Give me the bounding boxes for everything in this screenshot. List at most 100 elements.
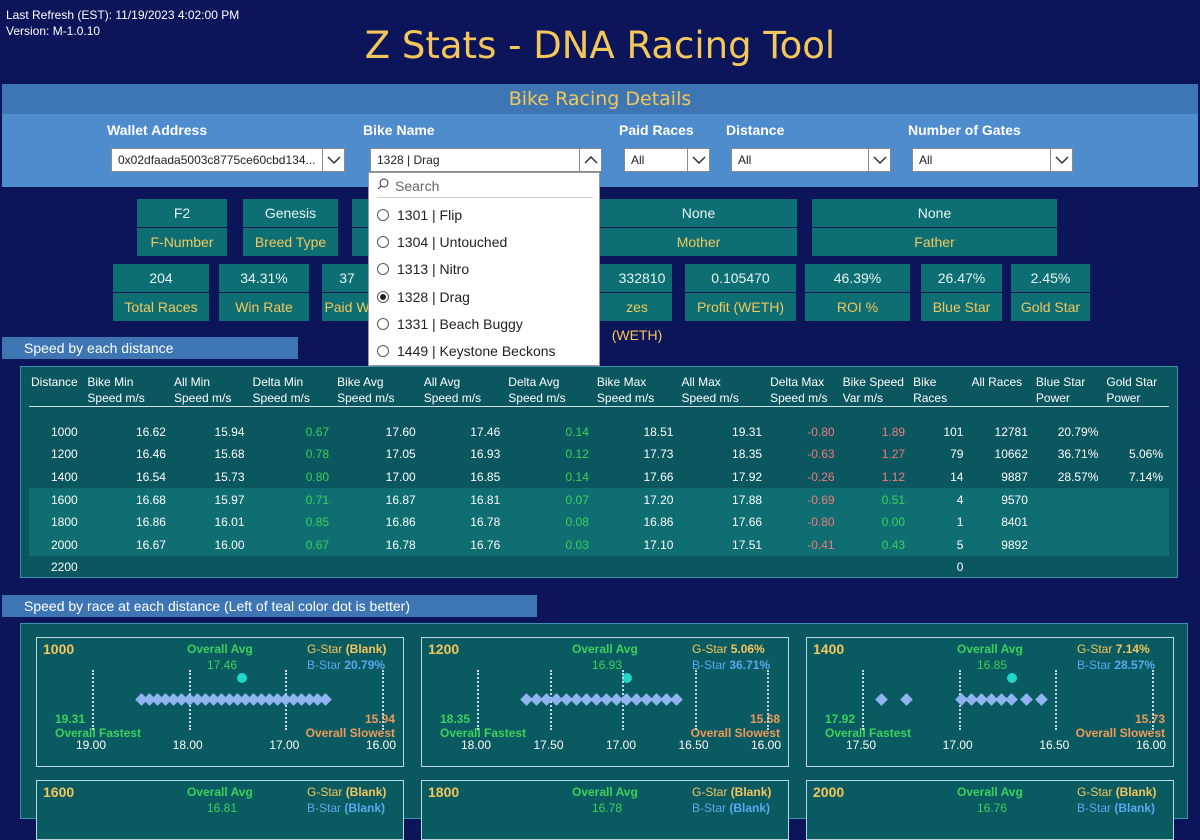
wallet-select[interactable]: 0x02dfaada5003c8775ce60cbd134... bbox=[111, 148, 345, 172]
radio-icon[interactable] bbox=[377, 209, 389, 221]
column-header: Gold Star Power bbox=[1106, 375, 1158, 405]
slowest-value: 15.68 bbox=[749, 712, 780, 726]
radio-icon[interactable] bbox=[377, 290, 389, 303]
radio-icon[interactable] bbox=[377, 345, 389, 357]
option-label: 1331 | Beach Buggy bbox=[397, 315, 523, 332]
dropdown-option[interactable]: 1304 | Untouched bbox=[377, 234, 507, 250]
table-cell: 18.51 bbox=[643, 424, 674, 439]
table-cell: -0.80 bbox=[807, 515, 835, 530]
table-cell: 1000 bbox=[51, 424, 78, 439]
bike-dropdown[interactable]: Search 1301 | Flip 1304 | Untouched 1313 |… bbox=[368, 172, 600, 366]
dropdown-search[interactable]: Search bbox=[377, 177, 593, 198]
avg-label: Overall Avg bbox=[187, 642, 253, 656]
speed-table-grid: Distance Bike Min Speed m/s All Min Speed m/… bbox=[29, 374, 1169, 579]
table-cell: 16.00 bbox=[214, 537, 245, 552]
table-cell: 5.06% bbox=[1128, 447, 1163, 462]
dropdown-option[interactable]: 1301 | Flip bbox=[377, 207, 462, 223]
table-row: 1000 16.62 15.94 0.67 17.60 17.46 0.14 18.51 19.… bbox=[29, 421, 1169, 444]
race-point bbox=[670, 693, 683, 706]
table-cell: 15.94 bbox=[214, 424, 245, 439]
race-chart-1400: 1400 Overall Avg 16.85 G-Star 7.14% B-St… bbox=[806, 637, 1174, 767]
table-row: 2000 16.67 16.00 0.67 16.78 16.76 0.03 17.10 17.… bbox=[29, 533, 1169, 557]
radio-icon[interactable] bbox=[377, 263, 389, 276]
column-header: Distance bbox=[31, 375, 78, 389]
table-cell: 18.35 bbox=[732, 447, 763, 462]
radio-icon[interactable] bbox=[377, 236, 389, 249]
table-cell: 16.93 bbox=[470, 447, 501, 462]
avg-label: Overall Avg bbox=[572, 642, 638, 656]
column-header: Blue Star Power bbox=[1035, 375, 1086, 405]
gridline bbox=[477, 670, 479, 730]
race-point bbox=[1020, 693, 1033, 706]
wallet-value: 0x02dfaada5003c8775ce60cbd134... bbox=[118, 153, 316, 167]
avg-value: 16.81 bbox=[207, 801, 238, 815]
tick-label: 16.00 bbox=[751, 738, 782, 752]
table-cell: 17.66 bbox=[732, 515, 763, 530]
radio-icon[interactable] bbox=[377, 317, 389, 330]
stat-label: Blue Star bbox=[921, 293, 1002, 321]
paid-select[interactable]: All bbox=[624, 148, 710, 172]
race-point bbox=[1005, 693, 1018, 706]
table-cell: 16.86 bbox=[135, 515, 166, 530]
table-cell: 28.57% bbox=[1057, 469, 1099, 484]
tick-label: 17.00 bbox=[942, 738, 973, 752]
option-label: 1449 | Keystone Beckons bbox=[397, 343, 556, 359]
table-cell bbox=[1104, 488, 1169, 511]
table-cell bbox=[595, 556, 680, 579]
dropdown-option[interactable]: 1328 | Drag bbox=[377, 289, 470, 305]
option-label: 1328 | Drag bbox=[397, 288, 470, 305]
slowest-value: 15.73 bbox=[1134, 712, 1165, 726]
tick-label: 18.00 bbox=[172, 738, 203, 752]
avg-value: 16.85 bbox=[977, 658, 1008, 672]
option-label: 1313 | Nitro bbox=[397, 261, 470, 278]
table-cell: 0.80 bbox=[305, 469, 330, 484]
column-header: Bike Speed Var m/s bbox=[842, 375, 904, 405]
column-header: All Min Speed m/s bbox=[173, 375, 232, 405]
table-cell bbox=[1034, 511, 1104, 534]
avg-label: Overall Avg bbox=[957, 785, 1023, 799]
gstar-label: G-Star (Blank) bbox=[1077, 785, 1157, 799]
gates-select[interactable]: All bbox=[912, 148, 1073, 172]
column-header: Delta Min Speed m/s bbox=[252, 375, 310, 405]
dropdown-option[interactable]: 1313 | Nitro bbox=[377, 261, 469, 277]
chevron-down-icon[interactable] bbox=[868, 149, 890, 171]
bike-select[interactable]: 1328 | Drag bbox=[370, 148, 602, 172]
chart-panel: 1000 Overall Avg 17.46 G-Star (Blank) B-… bbox=[20, 623, 1188, 840]
distance-label: Distance bbox=[726, 122, 785, 138]
dropdown-option[interactable]: 1331 | Beach Buggy bbox=[377, 316, 523, 332]
distance-value: All bbox=[738, 153, 752, 167]
table-cell: 16.76 bbox=[470, 537, 501, 552]
table-cell: 0.67 bbox=[305, 424, 330, 439]
table-cell: 16.86 bbox=[643, 515, 674, 530]
table-cell bbox=[251, 556, 336, 579]
table-cell: 16.78 bbox=[470, 515, 501, 530]
gridline bbox=[862, 670, 864, 730]
stat-value: 34.31% bbox=[219, 264, 309, 292]
column-header: Delta Avg Speed m/s bbox=[508, 375, 566, 405]
tick-label: 18.00 bbox=[461, 738, 492, 752]
paid-label: Paid Races bbox=[619, 122, 694, 138]
chevron-down-icon[interactable] bbox=[1050, 149, 1072, 171]
chevron-up-icon[interactable] bbox=[579, 149, 601, 171]
table-cell: 17.73 bbox=[643, 447, 674, 462]
father-label: Father bbox=[812, 228, 1057, 256]
avg-dot bbox=[237, 673, 247, 683]
breed-label: Breed Type bbox=[243, 228, 338, 256]
table-body: 1000 16.62 15.94 0.67 17.60 17.46 0.14 18.51 19.… bbox=[29, 406, 1169, 579]
table-row: 2200 0 bbox=[29, 556, 1169, 579]
bike-value: 1328 | Drag bbox=[377, 153, 440, 167]
table-cell: 16.54 bbox=[135, 469, 166, 484]
distance-select[interactable]: All bbox=[731, 148, 891, 172]
stat-label: ROI % bbox=[805, 293, 910, 321]
chevron-down-icon[interactable] bbox=[687, 149, 709, 171]
gates-value: All bbox=[919, 153, 933, 167]
table-row: 1600 16.68 15.97 0.71 16.87 16.81 0.07 17.20 17.… bbox=[29, 488, 1169, 511]
gstar-label: G-Star (Blank) bbox=[307, 785, 387, 799]
bstar-label: B-Star 36.71% bbox=[692, 658, 771, 672]
chevron-down-icon[interactable] bbox=[322, 149, 344, 171]
table-cell: 1.12 bbox=[881, 469, 906, 484]
table-cell: 16.67 bbox=[135, 537, 166, 552]
dropdown-option[interactable]: 1449 | Keystone Beckons bbox=[377, 343, 556, 359]
table-cell bbox=[1034, 488, 1104, 511]
page-title: Z Stats - DNA Racing Tool bbox=[364, 24, 836, 67]
